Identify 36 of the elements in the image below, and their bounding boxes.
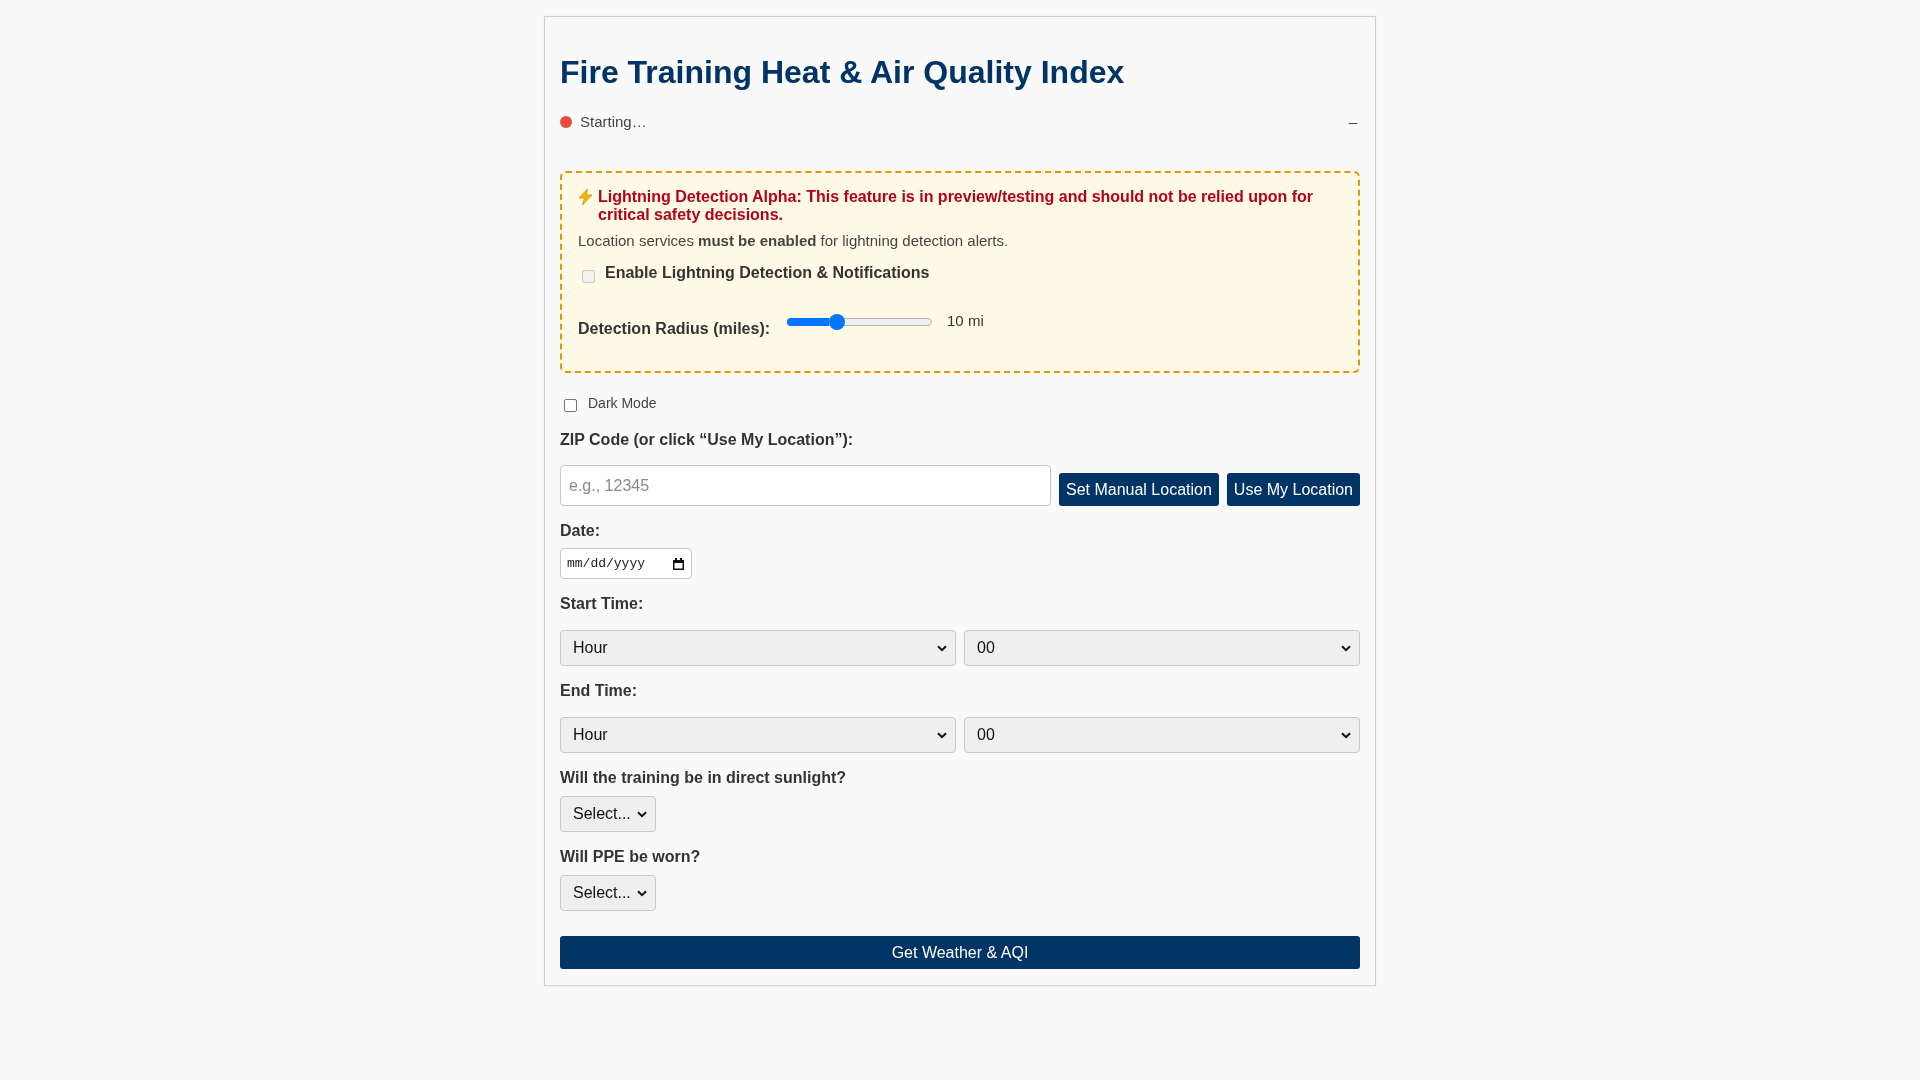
- radius-label: Detection Radius (miles):: [578, 320, 771, 338]
- field-label: End Time:: [560, 682, 638, 700]
- warning-text: Lightning Detection Alpha: This feature is in preview/testing and should not be relied upon for critical safety decisions.: [598, 188, 1314, 224]
- chevron-icon: [1341, 731, 1351, 739]
- minute-select[interactable]: 00: [964, 717, 1360, 753]
- field-label: Will PPE be worn?: [560, 848, 701, 866]
- answer-select[interactable]: Select...: [560, 875, 656, 911]
- collapse-button[interactable]: –: [1345, 112, 1360, 132]
- page-title: Fire Training Heat & Air Quality Index: [560, 54, 1125, 91]
- field-label: Date:: [560, 522, 600, 540]
- hour-select[interactable]: Hour: [560, 717, 956, 753]
- radius-reading: 10 mi: [947, 312, 984, 330]
- answer-select[interactable]: Select...: [560, 796, 656, 832]
- chevron-icon: [937, 644, 947, 652]
- zip-code-field[interactable]: e.g., 12345: [560, 465, 1051, 506]
- status-text: Starting…: [580, 112, 647, 132]
- submit-button[interactable]: Get Weather & AQI: [560, 936, 1360, 969]
- chevron-icon: [636, 810, 647, 818]
- field-label: Start Time:: [560, 595, 644, 613]
- minute-select[interactable]: 00: [964, 630, 1360, 666]
- field-label: ZIP Code (or click “Use My Location”):: [560, 431, 854, 449]
- location-button[interactable]: Set Manual Location: [1058, 473, 1219, 506]
- checkbox-label: Dark Mode: [588, 394, 657, 413]
- hour-select[interactable]: Hour: [560, 630, 956, 666]
- lightning-bolt-icon: [578, 189, 593, 205]
- chevron-icon: [636, 889, 647, 897]
- date-field[interactable]: mm/dd/yyyy: [560, 548, 692, 579]
- chevron-icon: [937, 731, 947, 739]
- location-button[interactable]: Use My Location: [1226, 473, 1360, 506]
- slider-thumb[interactable]: [828, 314, 845, 330]
- calendar-icon[interactable]: [673, 558, 684, 570]
- chevron-icon: [1341, 644, 1351, 652]
- checkbox-label: Enable Lightning Detection & Notifications: [605, 264, 930, 282]
- field-label: Will the training be in direct sunlight?: [560, 769, 847, 787]
- note-text: Location services must be enabled for lightning detection alerts.: [578, 232, 1010, 250]
- checkbox[interactable]: [564, 399, 577, 412]
